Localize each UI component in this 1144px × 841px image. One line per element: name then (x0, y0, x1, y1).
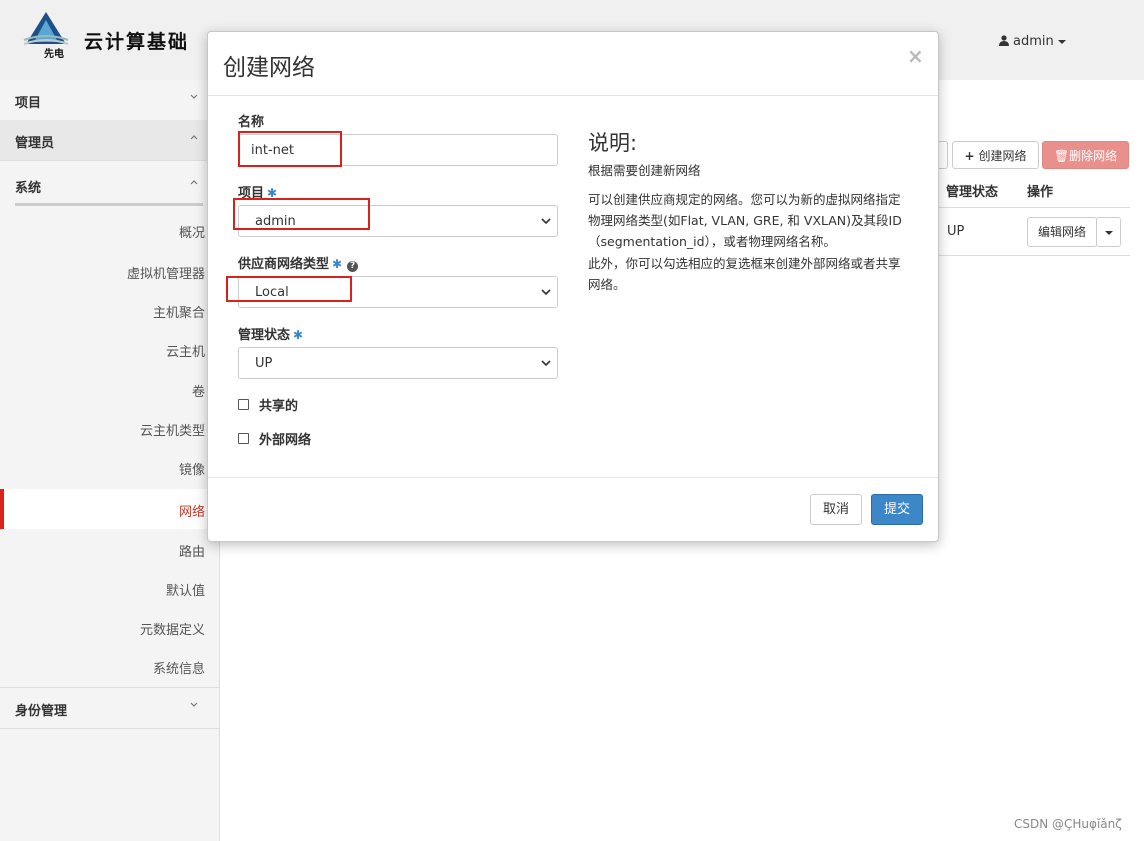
table-cell-admin-state: UP (947, 224, 965, 239)
chevron-down-icon (190, 94, 198, 99)
plus-icon: + (964, 149, 975, 163)
shared-checkbox[interactable] (238, 399, 249, 410)
user-icon (999, 35, 1009, 46)
required-icon: ✱ (293, 328, 304, 342)
sidebar-item-defaults[interactable]: 默认值 (0, 568, 219, 608)
trash-icon: 🗑 (1053, 149, 1070, 163)
watermark: CSDN @ÇHuφĭǎnζ (1014, 817, 1122, 831)
logo-text: 先电 (44, 47, 64, 60)
sidebar-section-identity[interactable]: 身份管理 (0, 687, 219, 729)
description-body: 可以创建供应商规定的网络。您可以为新的虚拟网络指定物理网络类型(如Flat, V… (588, 192, 902, 249)
delete-network-button[interactable]: 🗑删除网络 (1042, 141, 1129, 169)
external-network-checkbox[interactable] (238, 433, 249, 444)
sidebar-item-flavors[interactable]: 云主机类型 (0, 408, 219, 448)
sidebar-section-label: 身份管理 (15, 704, 68, 719)
modal-header-divider (208, 95, 938, 96)
chevron-up-icon (190, 180, 198, 185)
sidebar-item-host-aggregates[interactable]: 主机聚合 (0, 290, 219, 330)
chevron-down-icon (541, 218, 551, 225)
chevron-down-icon (1057, 39, 1066, 44)
chevron-up-icon (190, 135, 198, 140)
caret-down-icon (1104, 230, 1113, 235)
chevron-down-icon (190, 702, 198, 707)
sidebar: 项目 管理员 系统 概况 虚拟机管理器 主机聚合 云主机 卷 云主机类型 镜像 … (0, 80, 220, 841)
help-icon[interactable]: ? (347, 261, 359, 272)
description-summary: 根据需要创建新网络 (588, 163, 701, 178)
close-icon[interactable]: × (907, 44, 924, 68)
sidebar-item-metadata[interactable]: 元数据定义 (0, 607, 219, 647)
sidebar-section-system[interactable]: 系统 (15, 165, 203, 206)
create-network-button[interactable]: + 创建网络 (952, 141, 1039, 169)
user-menu[interactable]: admin (999, 34, 1066, 49)
sidebar-item-hypervisors[interactable]: 虚拟机管理器 (0, 251, 219, 291)
sidebar-item-volumes[interactable]: 卷 (0, 369, 219, 409)
sidebar-item-routers[interactable]: 路由 (0, 529, 219, 569)
sidebar-section-project[interactable]: 项目 (0, 80, 219, 121)
sidebar-section-label: 项目 (15, 96, 42, 111)
sidebar-section-label: 系统 (15, 181, 42, 196)
required-icon: ✱ (332, 257, 343, 271)
logo-icon: 先电 (23, 12, 69, 60)
highlight-box (233, 198, 370, 230)
table-divider (937, 255, 1130, 256)
sidebar-section-label: 管理员 (15, 136, 55, 151)
user-name: admin (1013, 34, 1054, 49)
provider-type-label: 供应商网络类型 ✱? (238, 253, 359, 272)
sidebar-item-system-info[interactable]: 系统信息 (0, 646, 219, 686)
chevron-down-icon (541, 289, 551, 296)
table-divider (937, 207, 1130, 208)
chevron-down-icon (541, 360, 551, 367)
name-label: 名称 (238, 115, 265, 130)
sidebar-item-overview[interactable]: 概况 (0, 210, 219, 250)
sidebar-item-instances[interactable]: 云主机 (0, 329, 219, 369)
external-network-checkbox-label: 外部网络 (259, 433, 312, 448)
sidebar-section-admin[interactable]: 管理员 (0, 120, 219, 161)
modal-title: 创建网络 (223, 55, 315, 81)
highlight-box (238, 131, 342, 167)
row-actions-dropdown[interactable] (1096, 217, 1121, 247)
shared-checkbox-label: 共享的 (259, 399, 299, 414)
column-header-actions: 操作 (1027, 185, 1054, 200)
sidebar-item-networks[interactable]: 网络 (0, 489, 219, 529)
cancel-button[interactable]: 取消 (810, 494, 862, 525)
brand-title: 云计算基础 (84, 31, 190, 53)
create-network-modal: 创建网络 × 名称 int-net 项目 ✱ admin 供应商网络类型 ✱? Lo… (207, 31, 939, 542)
edit-network-button[interactable]: 编辑网络 (1027, 217, 1097, 247)
description-title: 说明: (588, 131, 638, 155)
admin-state-select[interactable]: UP (238, 347, 558, 379)
highlight-box (226, 276, 352, 302)
column-header-admin-state[interactable]: 管理状态 (946, 181, 998, 200)
modal-footer-divider (208, 477, 938, 478)
submit-button[interactable]: 提交 (871, 494, 923, 525)
description-note: 此外，你可以勾选相应的复选框来创建外部网络或者共享网络。 (588, 256, 901, 292)
sidebar-item-images[interactable]: 镜像 (0, 447, 219, 487)
active-indicator (0, 489, 4, 529)
admin-state-label: 管理状态 ✱ (238, 328, 304, 343)
